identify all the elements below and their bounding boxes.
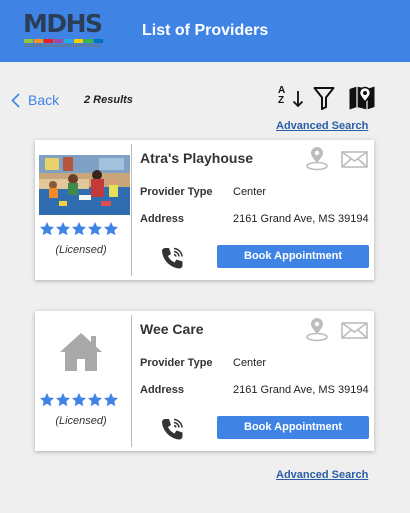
provider-type-label: Provider Type	[140, 357, 213, 369]
address-label: Address	[140, 213, 185, 225]
results-count: 2 Results	[84, 94, 133, 106]
rating-stars	[39, 221, 121, 237]
provider-name[interactable]: Atra's Playhouse	[140, 150, 253, 166]
logo-tagline	[24, 44, 100, 47]
provider-type-label: Provider Type	[140, 186, 213, 198]
sort-button[interactable]: AZ	[278, 85, 306, 111]
star-icon	[56, 222, 70, 236]
filter-button[interactable]	[313, 86, 335, 110]
provider-card[interactable]: (Licensed) Wee Care Provider Type Center…	[35, 311, 374, 451]
location-pin-icon[interactable]	[305, 146, 329, 172]
star-icon	[56, 393, 70, 407]
sort-az-icon: AZ	[278, 85, 286, 106]
star-icon	[104, 393, 118, 407]
mdhs-logo: MDHS	[23, 9, 103, 50]
map-view-button[interactable]	[348, 85, 376, 111]
mail-icon[interactable]	[341, 322, 368, 339]
mail-icon[interactable]	[341, 151, 368, 168]
back-button[interactable]: Back	[11, 92, 59, 108]
logo-color-bars	[24, 39, 103, 43]
phone-icon[interactable]	[160, 417, 185, 441]
provider-photo	[39, 155, 130, 215]
page-title: List of Providers	[142, 22, 269, 39]
star-icon	[72, 222, 86, 236]
map-pin-icon	[349, 86, 375, 110]
license-status: (Licensed)	[55, 244, 107, 256]
star-icon	[40, 393, 54, 407]
provider-type-value: Center	[233, 186, 267, 198]
app-header: MDHS List of Providers	[0, 0, 410, 62]
address-value: 2161 Grand Ave, MS 39194	[233, 213, 369, 225]
provider-type-value: Center	[233, 357, 267, 369]
star-icon	[104, 222, 118, 236]
address-value: 2161 Grand Ave, MS 39194	[233, 384, 369, 396]
provider-name[interactable]: Wee Care	[140, 321, 204, 337]
star-icon	[72, 393, 86, 407]
star-icon	[88, 222, 102, 236]
advanced-search-link[interactable]: Advanced Search	[276, 469, 368, 481]
chevron-left-icon	[11, 92, 20, 108]
star-icon	[88, 393, 102, 407]
provider-card[interactable]: (Licensed) Atra's Playhouse Provider Typ…	[35, 140, 374, 280]
phone-icon[interactable]	[160, 246, 185, 270]
location-pin-icon[interactable]	[305, 317, 329, 343]
license-status: (Licensed)	[55, 415, 107, 427]
home-icon	[60, 333, 102, 371]
back-label: Back	[28, 92, 60, 108]
book-appointment-button[interactable]: Book Appointment	[217, 416, 369, 439]
card-divider	[131, 315, 132, 447]
logo-text: MDHS	[23, 9, 103, 38]
star-icon	[40, 222, 54, 236]
book-appointment-button[interactable]: Book Appointment	[217, 245, 369, 268]
rating-stars	[39, 392, 121, 408]
arrow-down-icon	[292, 91, 304, 108]
filter-icon	[313, 87, 335, 110]
card-divider	[131, 144, 132, 276]
advanced-search-link[interactable]: Advanced Search	[276, 120, 368, 132]
address-label: Address	[140, 384, 185, 396]
